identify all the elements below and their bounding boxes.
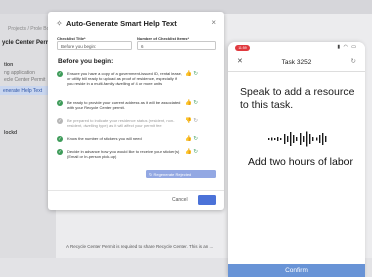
section-description-2: ecle Center Permit (4, 77, 46, 83)
refresh-icon[interactable]: ↻ (351, 57, 356, 65)
tip-text: Ensure you have a copy of a government-i… (67, 71, 182, 86)
confirm-button[interactable]: Confirm (228, 264, 365, 277)
footer-divider (48, 190, 224, 191)
checklist-number-input[interactable]: 6 (137, 41, 216, 50)
checklist-title-input[interactable]: Before you begin: (57, 41, 132, 50)
modal-header: ✧ Auto-Generate Smart Help Text × (56, 18, 216, 32)
check-icon: ✓ (57, 136, 63, 142)
phone-screen: 11:59 ▮ ◠ ▭ ✕ Task 3252 ↻ Speak to add a… (228, 42, 365, 277)
generate-help-text-button[interactable]: enerate Help Text (0, 86, 48, 95)
tip-text: Decide in advance how you would like to … (67, 149, 180, 159)
section-description: ng application (4, 70, 35, 76)
transcription-text: Add two hours of labor (247, 156, 353, 168)
audio-waveform-icon (268, 131, 327, 147)
check-icon: ✓ (57, 100, 63, 106)
signal-wifi-battery-icon: ▮ ◠ ▭ (337, 44, 357, 50)
section-heading: Before you begin: (58, 58, 114, 65)
tip-text: Be ready to provide your current address… (67, 100, 181, 110)
status-bar: 11:59 ▮ ◠ ▭ (228, 42, 365, 54)
task-header: ✕ Task 3252 ↻ (228, 54, 365, 72)
cancel-button[interactable]: Cancel (172, 197, 188, 203)
thumbs-feedback-icons[interactable]: 👍 ↻ (185, 100, 198, 106)
check-icon: ✓ (57, 149, 63, 155)
check-icon: ✓ (57, 71, 63, 77)
close-icon[interactable]: × (211, 18, 216, 27)
save-button[interactable] (198, 195, 216, 205)
thumbs-feedback-icons[interactable]: 👎 ↻ (185, 118, 198, 124)
regenerate-rejected-button[interactable]: ↻ Regenerate Rejected (146, 170, 216, 178)
screenshot-stage: Projects / Prole Booth ycle Center Permi… (0, 0, 372, 277)
check-icon: ✓ (57, 118, 63, 124)
thumbs-feedback-icons[interactable]: 👍 ↻ (185, 71, 198, 77)
footer-text: A Recycle Center Permit is required to s… (66, 244, 214, 249)
task-title: Task 3252 (281, 58, 312, 66)
auto-generate-help-text-modal: ✧ Auto-Generate Smart Help Text × Checkl… (48, 12, 224, 210)
thumbs-feedback-icons[interactable]: 👍 ↻ (185, 136, 198, 142)
regenerate-label: Regenerate Rejected (153, 171, 192, 177)
tip-text: Know the number of stickers you will nee… (67, 136, 142, 141)
tip-text: Be prepared to indicate your residence s… (67, 118, 175, 128)
page-title: ycle Center Permit (2, 40, 55, 46)
section-label: tion (4, 62, 14, 68)
speak-prompt: Speak to add a resource to this task. (240, 86, 355, 111)
modal-title: Auto-Generate Smart Help Text (66, 19, 177, 28)
sparkle-icon: ✧ (56, 19, 63, 28)
thumbs-feedback-icons[interactable]: 👍 ↻ (185, 149, 198, 155)
time-badge: 11:59 (235, 44, 250, 51)
lock-label: lockd (4, 130, 18, 136)
